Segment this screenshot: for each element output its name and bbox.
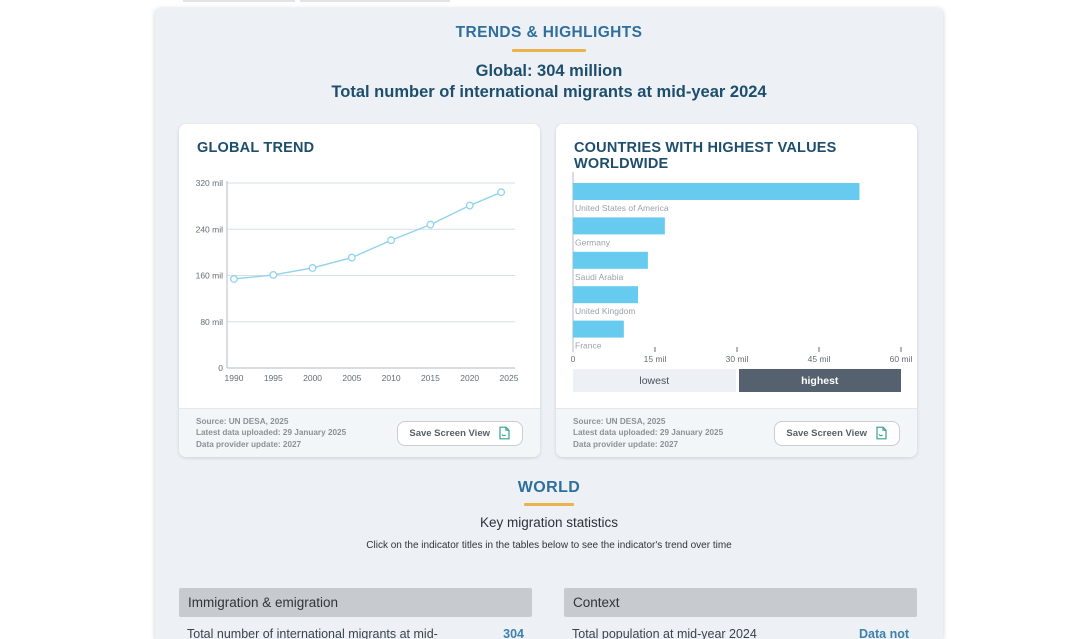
- save-screen-view-button[interactable]: Save Screen View: [774, 421, 900, 446]
- world-underline: [524, 503, 574, 506]
- save-screen-view-label: Save Screen View: [409, 428, 490, 439]
- svg-text:2005: 2005: [342, 373, 361, 383]
- svg-text:15 mil: 15 mil: [644, 354, 667, 364]
- context-table: Context Total population at mid-year 202…: [564, 588, 917, 639]
- svg-text:1995: 1995: [264, 373, 283, 383]
- global-trend-line-chart: 0 80 mil 160 mil 240 mil 320 mil 1990 1995 2000…: [179, 174, 540, 394]
- toggle-highest[interactable]: highest: [739, 369, 902, 392]
- svg-text:2015: 2015: [421, 373, 440, 383]
- svg-text:320 mil: 320 mil: [196, 178, 224, 188]
- global-trend-card-footer: Source: UN DESA, 2025 Latest data upload…: [179, 408, 540, 457]
- immigration-emigration-table: Immigration & emigration Total number of…: [179, 588, 532, 639]
- pdf-download-icon: [874, 426, 888, 440]
- headline-label: Total number of international migrants a…: [155, 82, 943, 103]
- svg-text:45 mil: 45 mil: [808, 354, 831, 364]
- top-cutoff-control: [300, 0, 450, 2]
- table-row: Total population at mid-year 2024 Data n…: [564, 627, 917, 639]
- svg-text:160 mil: 160 mil: [196, 271, 224, 281]
- source-line: Data provider update: 2027: [573, 439, 723, 451]
- table-header-immigration: Immigration & emigration: [179, 588, 532, 617]
- indicator-value: 304 million: [462, 627, 524, 639]
- world-section: WORLD Key migration statistics Click on …: [155, 479, 943, 551]
- pdf-download-icon: [497, 426, 511, 440]
- save-screen-view-label: Save Screen View: [786, 428, 867, 439]
- table-row: Total number of international migrants a…: [179, 627, 532, 639]
- source-line: Latest data uploaded: 29 January 2025: [573, 427, 723, 439]
- svg-text:1990: 1990: [225, 373, 244, 383]
- trends-underline: [512, 49, 586, 52]
- top-cutoff-control: [183, 0, 295, 2]
- headline-value: Global: 304 million: [155, 61, 943, 82]
- world-title: WORLD: [155, 479, 943, 497]
- svg-text:2020: 2020: [460, 373, 479, 383]
- svg-text:0: 0: [218, 363, 223, 373]
- source-line: Data provider update: 2027: [196, 439, 346, 451]
- global-trend-card-title: GLOBAL TREND: [197, 140, 314, 156]
- save-screen-view-button[interactable]: Save Screen View: [397, 421, 523, 446]
- svg-text:2025: 2025: [500, 373, 519, 383]
- svg-text:60 mil: 60 mil: [890, 354, 913, 364]
- indicator-title-link[interactable]: Total number of international migrants a…: [187, 627, 462, 639]
- svg-text:United Kingdom: United Kingdom: [575, 306, 635, 316]
- table-header-context: Context: [564, 588, 917, 617]
- svg-text:80 mil: 80 mil: [200, 317, 223, 327]
- source-line: Source: UN DESA, 2025: [573, 416, 723, 428]
- source-line: Source: UN DESA, 2025: [196, 416, 346, 428]
- svg-text:2000: 2000: [303, 373, 322, 383]
- source-info: Source: UN DESA, 2025 Latest data upload…: [573, 416, 723, 451]
- countries-card-footer: Source: UN DESA, 2025 Latest data upload…: [556, 408, 917, 457]
- trends-highlights-title: TRENDS & HIGHLIGHTS: [155, 24, 943, 42]
- svg-text:Saudi Arabia: Saudi Arabia: [575, 272, 623, 282]
- source-info: Source: UN DESA, 2025 Latest data upload…: [196, 416, 346, 451]
- global-trend-card: GLOBAL TREND 0 80 mil 160 mil 240 mil 320 mi…: [179, 124, 540, 457]
- svg-text:Germany: Germany: [575, 237, 611, 247]
- section-header: TRENDS & HIGHLIGHTS Global: 304 million …: [155, 24, 943, 103]
- source-line: Latest data uploaded: 29 January 2025: [196, 427, 346, 439]
- svg-text:France: France: [575, 341, 602, 351]
- svg-text:2010: 2010: [382, 373, 401, 383]
- svg-text:240 mil: 240 mil: [196, 224, 224, 234]
- svg-text:0: 0: [571, 354, 576, 364]
- countries-highest-card: COUNTRIES WITH HIGHEST VALUES WORLDWIDE …: [556, 124, 917, 457]
- indicator-value: Data not available: [849, 627, 909, 639]
- lowest-highest-toggle: lowest highest: [573, 369, 901, 392]
- top-countries-bar-chart: United States of America Germany Saudi Ara…: [556, 164, 917, 369]
- svg-text:United States of America: United States of America: [575, 203, 669, 213]
- world-hint: Click on the indicator titles in the tab…: [155, 540, 943, 551]
- toggle-lowest[interactable]: lowest: [573, 369, 736, 392]
- world-subtitle: Key migration statistics: [155, 515, 943, 530]
- svg-text:30 mil: 30 mil: [726, 354, 749, 364]
- migration-portal-page: TRENDS & HIGHLIGHTS Global: 304 million …: [0, 0, 1080, 639]
- indicator-title-link[interactable]: Total population at mid-year 2024: [572, 627, 849, 639]
